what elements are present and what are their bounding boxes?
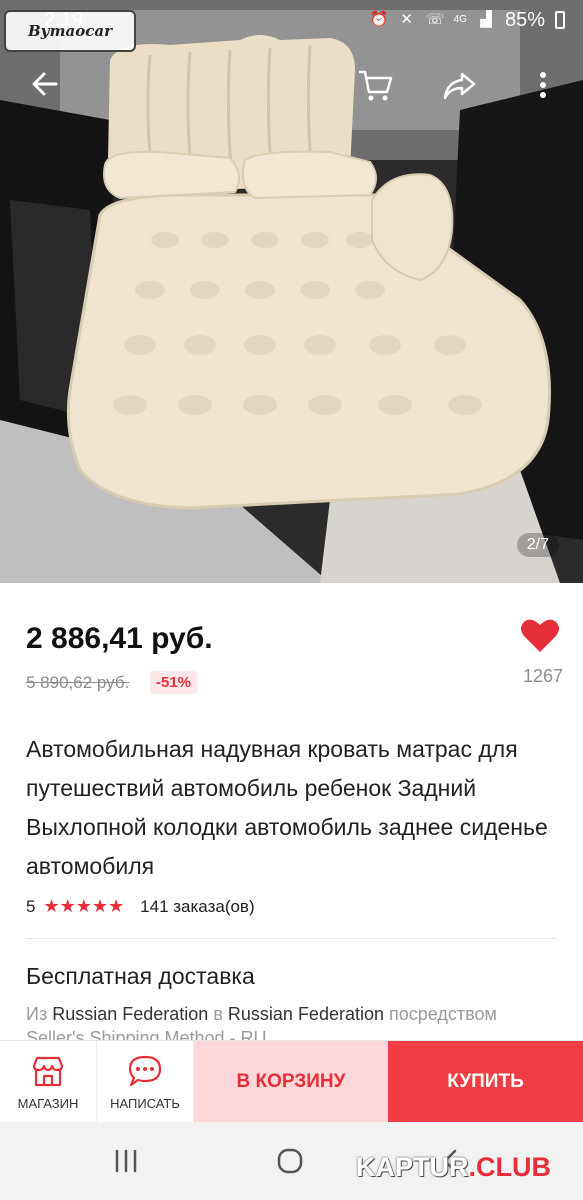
buy-now-button[interactable]: КУПИТЬ [388,1041,583,1123]
network-type-label: 4G [453,14,467,25]
site-watermark: KAPTUR.CLUB [356,1152,551,1183]
heart-icon [521,619,559,652]
wishlist-count: 1267 [522,666,563,686]
site-watermark-suffix: .CLUB [468,1152,552,1182]
store-icon [32,1056,64,1086]
store-label: МАГАЗИН [17,1095,79,1111]
message-seller-button[interactable]: НАПИСАТЬ [97,1041,194,1123]
wishlist-button[interactable] [520,616,562,656]
recent-apps-icon [115,1149,137,1173]
battery-icon [555,11,565,29]
cart-button[interactable] [352,62,398,108]
back-button[interactable] [22,61,68,107]
shipping-from-prefix: Из [26,1004,48,1024]
cart-icon [359,70,393,101]
shipping-via: посредством [389,1004,497,1024]
store-button[interactable]: МАГАЗИН [0,1041,97,1123]
image-counter: 2/7 [516,533,559,557]
shipping-route: Из Russian Federation в Russian Federati… [26,1004,566,1025]
bottom-action-bar: МАГАЗИН НАПИСАТЬ В КОРЗИНУ КУПИТЬ [0,1040,583,1123]
battery-percent: 85% [504,8,545,31]
original-price: 5 890,62 руб. [26,673,130,692]
site-watermark-name: KAPTUR [356,1152,469,1182]
product-price: 2 886,41 руб. [26,622,213,655]
discount-badge: -51% [150,671,198,694]
shipping-to-country: Russian Federation [227,1004,384,1024]
share-icon [443,72,476,100]
more-options-button[interactable] [520,62,566,108]
product-title: Автомобильная надувная кровать матрас дл… [26,736,548,879]
home-button[interactable] [270,1146,310,1176]
shipping-to-prefix: в [213,1004,223,1024]
status-time: 2:19 [44,8,83,31]
product-photo-mattress [0,0,583,583]
add-to-cart-button[interactable]: В КОРЗИНУ [194,1041,388,1123]
mute-icon: ✕ [400,11,413,28]
more-vertical-icon [540,72,546,98]
alarm-icon: ⏰ [369,11,389,28]
chat-bubble-icon [128,1055,162,1086]
status-icons: ⏰ ✕ ☏ 4G ▟ 85% [370,9,565,32]
recent-apps-button[interactable] [106,1146,146,1176]
wifi-call-icon: ☏ [425,11,445,28]
message-label: НАПИСАТЬ [110,1095,180,1111]
status-bar: 2:19 ⏰ ✕ ☏ 4G ▟ 85% [0,0,583,40]
section-divider [26,938,557,939]
orders-count: 141 заказа(ов) [140,896,255,916]
shipping-title[interactable]: Бесплатная доставка [26,963,255,990]
share-button[interactable] [436,62,482,108]
rating-stars: ★★★★★ [43,896,125,916]
shipping-from-country: Russian Federation [52,1004,209,1024]
rating-row[interactable]: 5 ★★★★★ 141 заказа(ов) [26,896,255,917]
product-image-gallery[interactable]: Вутаоcar 2:19 ⏰ ✕ ☏ 4G ▟ 85% 2/7 [0,0,583,583]
rating-value: 5 [26,896,36,916]
arrow-left-icon [32,72,58,96]
home-icon [277,1148,303,1174]
signal-icon: ▟ [480,11,492,28]
